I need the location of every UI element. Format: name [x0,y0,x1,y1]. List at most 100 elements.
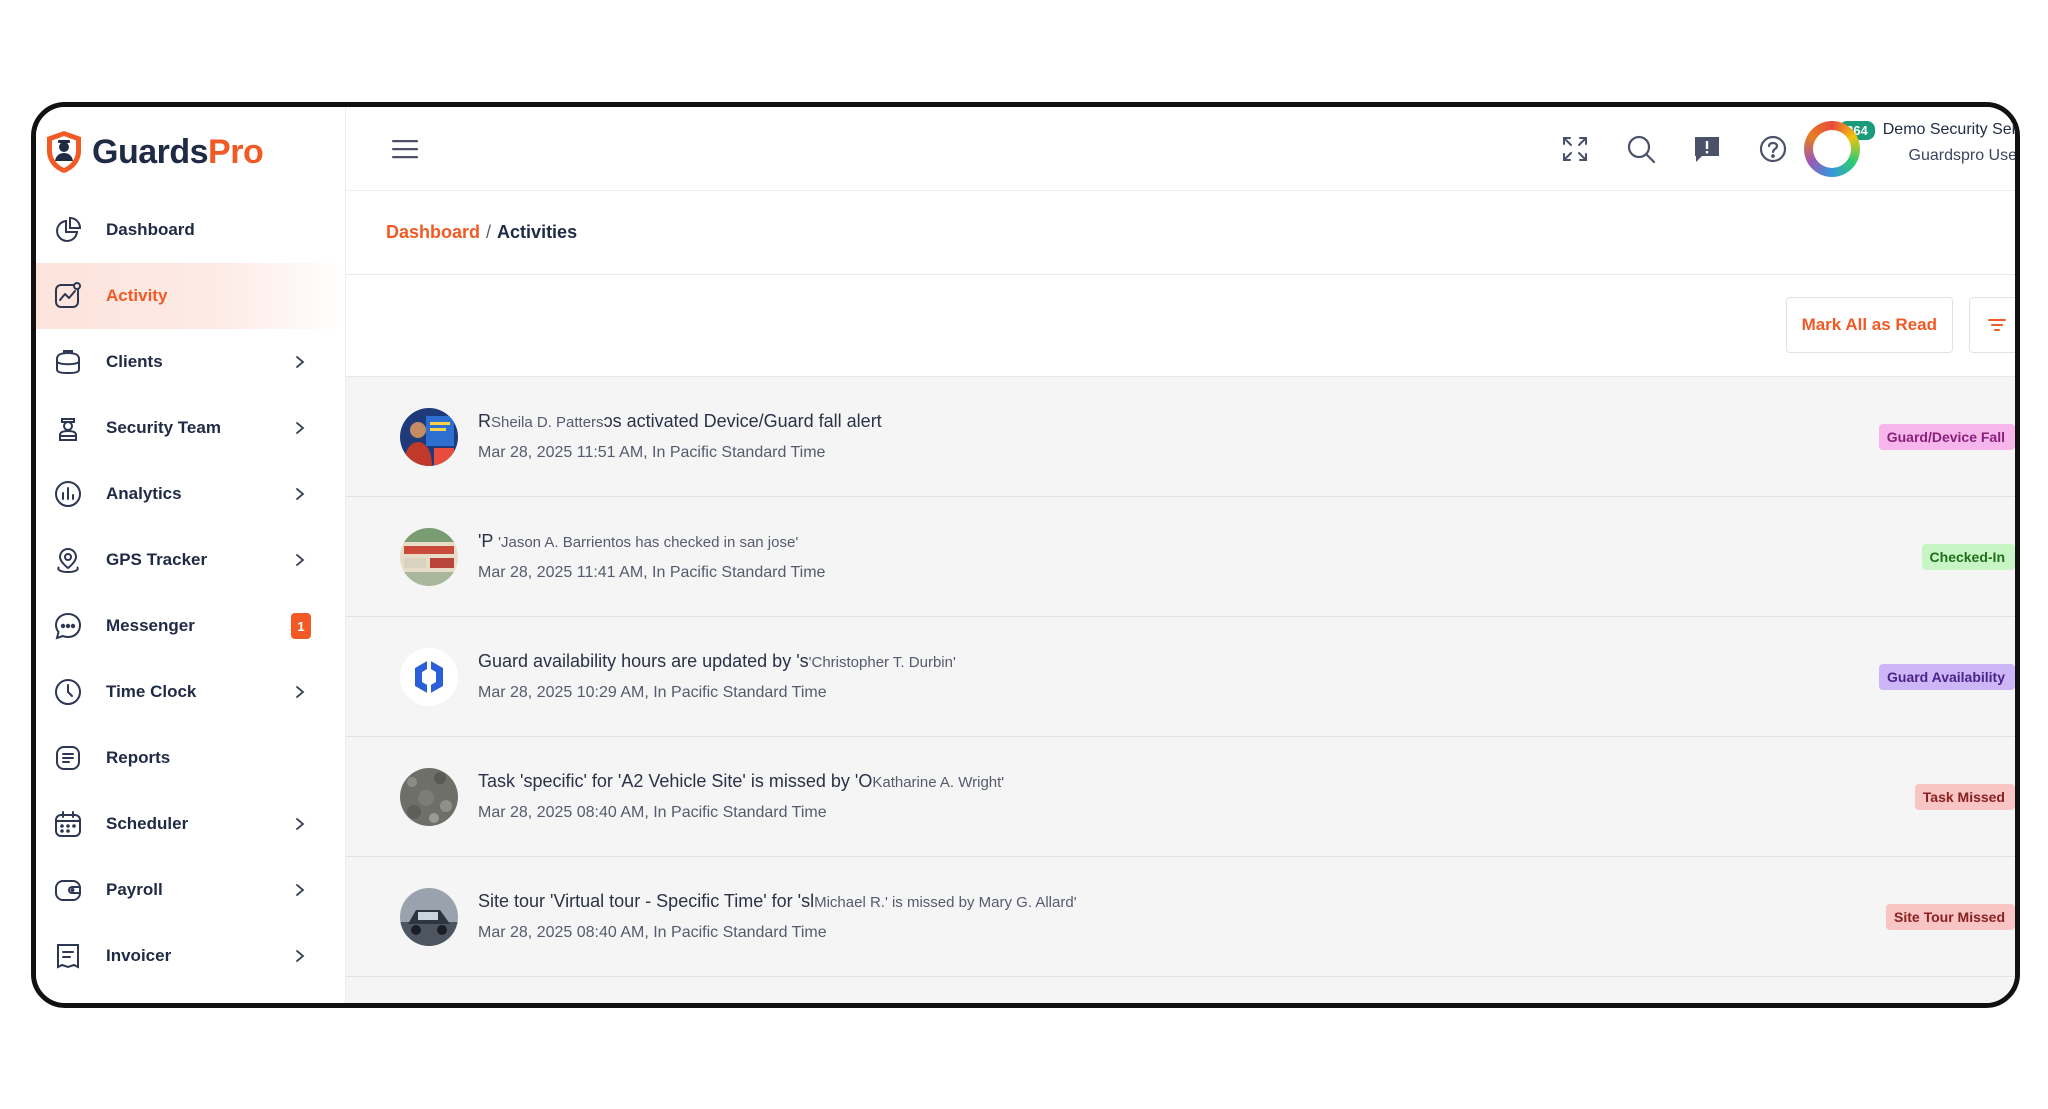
activity-tz-label: In [653,804,672,821]
fullscreen-icon[interactable] [1559,133,1591,165]
activity-tz-label: In [652,444,670,461]
filter-button[interactable] [1969,297,2015,353]
briefcase-icon [52,346,84,378]
sidebar-item-label: Reports [106,748,171,767]
sidebar-item-label: GPS Tracker [106,550,208,569]
sidebar-nav: Dashboard Activity Clients Security Team Ana… [36,197,345,989]
main-content: 264 Demo Security Ser Guardspro Use Dash… [346,107,2015,1003]
activity-row[interactable]: Site tour 'Virtual tour - Specific Time'… [346,857,2015,977]
activity-text: Site tour 'Virtual tour - Specific Time'… [478,891,1077,942]
activity-title-name: Michael R.' is missed by Mary G. Allard' [814,894,1077,911]
activity-title-lead: Guard availability hours are updated by … [478,651,809,671]
sidebar-item-gps-tracker[interactable]: GPS Tracker [36,527,345,593]
activity-timezone: Pacific Standard Time [669,444,826,461]
shield-logo-icon [47,131,81,173]
sidebar-item-activity[interactable]: Activity [36,263,345,329]
activity-time: Mar 28, 2025 11:41 AM, [478,564,653,581]
brand-name-part2: Pro [208,132,264,171]
guard-icon [52,412,84,444]
activity-time: Mar 28, 2025 08:40 AM, [478,804,654,821]
invoice-icon [52,940,84,972]
messenger-unread-badge: 1 [291,613,311,639]
filter-icon [1988,319,2006,331]
activity-timestamp: Mar 28, 2025 08:40 AM, In Pacific Standa… [478,924,1077,942]
pie-chart-icon [52,214,84,246]
top-bar: 264 Demo Security Ser Guardspro Use [346,107,2015,191]
activity-text: RSheila D. Pattersɔs activated Device/Gu… [478,411,882,462]
activity-title: Task 'specific' for 'A2 Vehicle Site' is… [478,771,1004,792]
user-name: Demo Security Ser [1882,121,2017,138]
brand-name: GuardsPro [92,132,264,172]
sidebar-item-scheduler[interactable]: Scheduler [36,791,345,857]
chevron-right-icon [296,488,305,500]
chevron-right-icon [296,818,305,830]
document-icon [52,742,84,774]
sidebar-item-reports[interactable]: Reports [36,725,345,791]
activity-time: Mar 28, 2025 08:40 AM, [478,924,654,941]
activity-timestamp: Mar 28, 2025 11:51 AM, In Pacific Standa… [478,444,882,462]
chevron-right-icon [296,356,305,368]
help-icon[interactable] [1757,133,1789,165]
sidebar-item-label: Activity [106,286,168,305]
activity-title-lead: Site tour 'Virtual tour - Specific Time'… [478,891,815,911]
tag-guard-availability: Guard Availability [1879,663,2015,690]
app-window: GuardsPro Dashboard Activity Clients Securi… [31,102,2020,1008]
activity-title-name: Sheila D. Patters [491,414,604,431]
clock-icon [52,676,84,708]
activity-time: Mar 28, 2025 11:51 AM, [478,444,653,461]
activity-tz-label: In [653,684,672,701]
brand-logo[interactable]: GuardsPro [36,107,345,197]
sidebar-item-security-team[interactable]: Security Team [36,395,345,461]
activity-text: 'P 'Jason A. Barrientos has checked in s… [478,531,825,582]
sidebar-item-messenger[interactable]: Messenger 1 [36,593,345,659]
activity-title: 'P 'Jason A. Barrientos has checked in s… [478,531,825,552]
activity-title-rest: ɔs activated Device/Guard fall alert [603,411,882,431]
activity-timezone: Pacific Standard Time [671,684,827,701]
activity-tz-label: In [652,564,670,581]
activity-row[interactable]: 'P 'Jason A. Barrientos has checked in s… [346,497,2015,617]
sidebar-item-label: Security Team [106,418,221,437]
breadcrumb-separator: / [486,222,492,242]
activity-row[interactable]: Guard availability hours are updated by … [346,617,2015,737]
activity-avatar [400,647,458,706]
breadcrumb-dashboard-link[interactable]: Dashboard [386,222,480,243]
sidebar-item-label: Clients [106,352,163,371]
sidebar-item-time-clock[interactable]: Time Clock [36,659,345,725]
sidebar-item-invoicer[interactable]: Invoicer [36,923,345,989]
sidebar-item-label: Invoicer [106,946,172,965]
sidebar-item-payroll[interactable]: Payroll [36,857,345,923]
activity-title-lead: R [478,411,491,431]
activity-timezone: Pacific Standard Time [671,924,827,941]
feedback-message-icon[interactable] [1691,133,1723,165]
chevron-right-icon [296,422,305,434]
activity-title-lead: 'P [478,531,499,551]
activity-title: Guard availability hours are updated by … [478,651,956,672]
activity-row[interactable]: RSheila D. Pattersɔs activated Device/Gu… [346,377,2015,497]
activity-text: Task 'specific' for 'A2 Vehicle Site' is… [478,771,1004,822]
activity-timezone: Pacific Standard Time [669,564,826,581]
user-info[interactable]: Demo Security Ser Guardspro Use [1861,121,2017,165]
breadcrumb: Dashboard / Activities [346,191,2015,275]
tag-task-missed: Task Missed [1914,783,2015,810]
mark-all-read-button[interactable]: Mark All as Read [1785,297,1953,353]
activity-time: Mar 28, 2025 10:29 AM, [478,684,654,701]
activity-timestamp: Mar 28, 2025 10:29 AM, In Pacific Standa… [478,684,956,702]
user-avatar[interactable] [1804,121,1860,177]
calendar-icon [52,808,84,840]
sidebar-item-analytics[interactable]: Analytics [36,461,345,527]
activity-timestamp: Mar 28, 2025 11:41 AM, In Pacific Standa… [478,564,825,582]
activity-row[interactable]: Task 'specific' for 'A2 Vehicle Site' is… [346,737,2015,857]
chevron-right-icon [296,884,305,896]
brand-name-part1: Guards [92,132,209,171]
activity-text: Guard availability hours are updated by … [478,651,956,702]
search-icon[interactable] [1625,133,1657,165]
sidebar-item-label: Dashboard [106,220,195,239]
sidebar-item-dashboard[interactable]: Dashboard [36,197,345,263]
hamburger-menu-icon[interactable] [390,138,420,160]
breadcrumb-current: Activities [497,222,578,242]
sidebar-item-clients[interactable]: Clients [36,329,345,395]
activity-timestamp: Mar 28, 2025 08:40 AM, In Pacific Standa… [478,804,1004,822]
chevron-right-icon [296,554,305,566]
activity-chart-icon [52,280,84,312]
sidebar-item-label: Time Clock [106,682,197,701]
